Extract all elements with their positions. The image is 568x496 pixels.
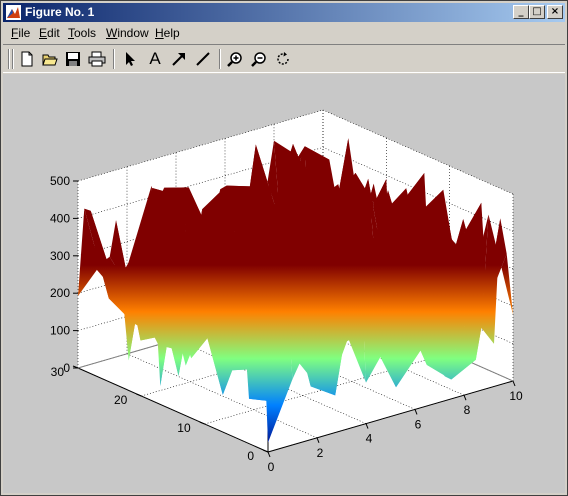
menu-tools-rest: ools bbox=[74, 26, 97, 40]
minimize-button[interactable]: _ bbox=[513, 5, 529, 19]
z-tick-label: 200 bbox=[50, 286, 70, 300]
new-file-button[interactable] bbox=[16, 48, 38, 70]
toolbar-separator-2 bbox=[219, 49, 221, 69]
open-file-button[interactable] bbox=[39, 48, 61, 70]
x-tick-label: 8 bbox=[464, 403, 471, 417]
x-tick-label: 4 bbox=[366, 432, 373, 446]
zoom-out-icon bbox=[251, 52, 266, 67]
figure-window: Figure No. 1 _ □ × File Edit Tools Windo… bbox=[0, 0, 568, 496]
x-tick-label: 0 bbox=[268, 460, 275, 474]
open-folder-icon bbox=[42, 54, 58, 66]
toolbar-grip bbox=[8, 49, 10, 69]
insert-arrow-button[interactable] bbox=[168, 48, 190, 70]
z-tick-label: 100 bbox=[50, 324, 70, 338]
y-tick-label: 0 bbox=[247, 449, 254, 463]
menu-help-rest: elp bbox=[163, 26, 180, 40]
menu-file-rest: ile bbox=[18, 26, 31, 40]
window-title: Figure No. 1 bbox=[25, 5, 95, 19]
save-icon bbox=[66, 52, 80, 66]
y-tick-label: 20 bbox=[114, 393, 128, 407]
x-tick-label: 2 bbox=[317, 446, 324, 460]
figure-canvas[interactable]: 0 100 200 300 400 500 0 2 4 6 8 10 0 10 20 30 bbox=[3, 74, 565, 493]
menu-help[interactable]: Help bbox=[155, 26, 180, 40]
rotate-3d-icon bbox=[277, 52, 289, 65]
y-tick-label: 10 bbox=[177, 421, 191, 435]
insert-line-icon bbox=[196, 52, 210, 66]
zoom-out-button[interactable] bbox=[248, 48, 270, 70]
x-tick-label: 10 bbox=[509, 389, 523, 403]
menu-window[interactable]: Window bbox=[106, 26, 149, 40]
zoom-in-button[interactable] bbox=[224, 48, 246, 70]
insert-text-icon: A bbox=[149, 49, 161, 68]
save-button[interactable] bbox=[62, 48, 84, 70]
new-file-icon bbox=[21, 51, 33, 67]
matlab-logo-icon bbox=[6, 5, 21, 20]
menu-bar: File Edit Tools Window Help bbox=[3, 23, 565, 42]
menu-edit-rest: dit bbox=[47, 26, 60, 40]
z-tick-label: 0 bbox=[63, 361, 70, 375]
close-button[interactable]: × bbox=[547, 5, 563, 19]
menu-file[interactable]: File bbox=[11, 26, 30, 40]
z-tick-label: 300 bbox=[50, 249, 70, 263]
toolbar-separator-1 bbox=[113, 49, 115, 69]
menu-edit-accel: E bbox=[39, 26, 48, 40]
menu-window-accel: W bbox=[106, 26, 118, 40]
menu-edit[interactable]: Edit bbox=[39, 26, 60, 40]
menu-help-accel: H bbox=[155, 26, 164, 40]
print-icon bbox=[88, 51, 106, 67]
z-tick-label: 400 bbox=[50, 211, 70, 225]
insert-arrow-icon bbox=[172, 53, 185, 66]
insert-line-button[interactable] bbox=[192, 48, 214, 70]
zoom-in-icon bbox=[227, 52, 242, 67]
menu-tools[interactable]: Tools bbox=[68, 26, 96, 40]
select-arrow-icon bbox=[126, 52, 135, 66]
menu-window-rest: indow bbox=[117, 26, 149, 40]
rotate-3d-button[interactable] bbox=[272, 48, 294, 70]
toolbar: A bbox=[3, 44, 565, 73]
y-tick-label: 30 bbox=[51, 365, 65, 379]
print-button[interactable] bbox=[85, 48, 107, 70]
z-tick-label: 500 bbox=[50, 174, 70, 188]
select-button[interactable] bbox=[119, 48, 141, 70]
x-tick-label: 6 bbox=[415, 417, 422, 431]
surface-plot[interactable]: 010020030040050002468100102030 bbox=[3, 74, 565, 493]
toolbar-grip-2 bbox=[12, 49, 14, 69]
maximize-button[interactable]: □ bbox=[529, 5, 545, 19]
title-bar[interactable]: Figure No. 1 _ □ × bbox=[3, 3, 565, 22]
insert-text-button[interactable]: A bbox=[144, 48, 166, 70]
